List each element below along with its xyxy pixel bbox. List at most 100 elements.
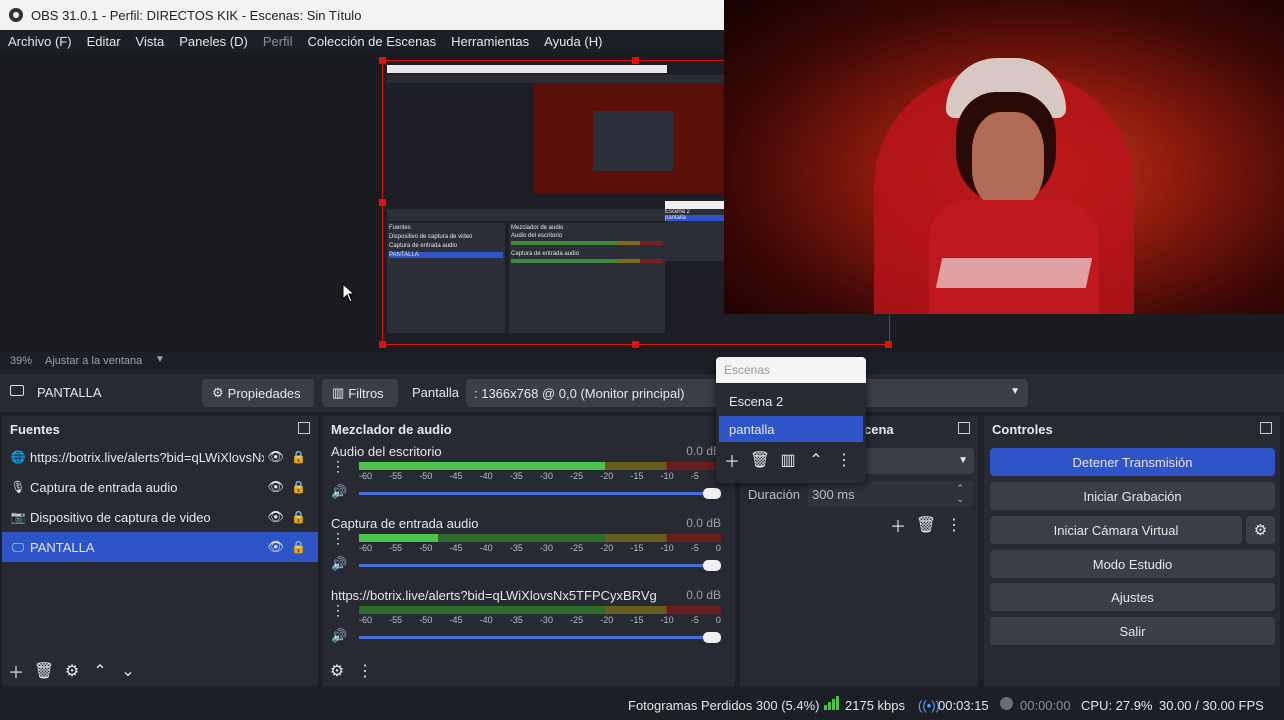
nested-label: PANTALLA — [389, 252, 503, 258]
meter-level — [359, 534, 438, 542]
slider-handle[interactable] — [703, 560, 721, 571]
move-up-icon[interactable]: ⌃ — [86, 658, 114, 684]
sources-header: Fuentes — [2, 416, 318, 442]
move-down-icon[interactable]: ⌄ — [114, 658, 142, 684]
tick-label: -40 — [479, 615, 493, 625]
gear-icon[interactable]: ⚙ — [323, 658, 351, 684]
exit-button[interactable]: Salir — [990, 617, 1275, 645]
resize-handle[interactable] — [632, 341, 639, 348]
fit-window-select[interactable]: Ajustar a la ventana — [45, 355, 142, 367]
start-virtual-camera-button[interactable]: Iniciar Cámara Virtual — [990, 516, 1242, 544]
tick-label: -30 — [539, 543, 553, 553]
resize-handle[interactable] — [379, 57, 386, 64]
duration-label: Duración — [748, 487, 801, 502]
slider-handle[interactable] — [703, 488, 721, 499]
tick-label: -10 — [660, 615, 674, 625]
more-options-icon[interactable]: ⋮ — [351, 658, 379, 684]
source-item[interactable]: 🎙 Captura de entrada audio 👁 🔒 — [2, 472, 318, 502]
speaker-icon[interactable]: 🔊 — [331, 556, 347, 572]
stop-stream-button[interactable]: Detener Transmisión — [990, 448, 1275, 476]
resize-handle[interactable] — [632, 57, 639, 64]
source-toolbar: PANTALLA ⚙ Propiedades ▥ Filtros Pantall… — [0, 374, 1284, 412]
undock-icon[interactable] — [1260, 422, 1272, 434]
resize-handle[interactable] — [379, 341, 386, 348]
settings-button[interactable]: Ajustes — [990, 583, 1275, 611]
resize-handle[interactable] — [885, 341, 892, 348]
trash-icon[interactable]: 🗑 — [746, 447, 774, 473]
source-item[interactable]: 🖵 PANTALLA 👁 🔒 — [2, 532, 318, 562]
move-up-icon[interactable]: ⌃ — [802, 447, 830, 473]
trash-icon[interactable]: 🗑 — [912, 512, 940, 538]
duration-spinbox[interactable]: 300 ms ⌃ ⌄ — [808, 481, 974, 507]
lock-icon[interactable]: 🔒 — [291, 480, 306, 494]
channel-name: Captura de entrada audio — [331, 516, 479, 531]
tick-label: -50 — [419, 471, 433, 481]
more-options-icon[interactable]: ⋮ — [830, 447, 858, 473]
menu-perfil[interactable]: Perfil — [263, 34, 293, 49]
add-scene-button[interactable]: ＋ — [718, 447, 746, 473]
globe-icon: 🌐 — [10, 450, 26, 464]
scene-item-pantalla[interactable]: pantalla — [719, 416, 863, 442]
mixer-channel: https://botrix.live/alerts?bid=qLWiXlovs… — [331, 588, 721, 643]
tick-label: -20 — [600, 543, 614, 553]
tick-label: -5 — [690, 471, 699, 481]
source-item[interactable]: 📷 Dispositivo de captura de video 👁 🔒 — [2, 502, 318, 532]
start-recording-button[interactable]: Iniciar Grabación — [990, 482, 1275, 510]
menu-editar[interactable]: Editar — [87, 34, 121, 49]
menu-archivo[interactable]: Archivo (F) — [8, 34, 72, 49]
more-options-icon[interactable]: ⋮ — [331, 458, 345, 475]
more-options-icon[interactable]: ⋮ — [331, 602, 345, 619]
lock-icon[interactable]: 🔒 — [291, 450, 306, 464]
bitrate: 2175 kbps — [845, 698, 905, 713]
resize-handle[interactable] — [379, 199, 386, 206]
menu-vista[interactable]: Vista — [136, 34, 165, 49]
eye-icon[interactable]: 👁 — [267, 449, 284, 465]
virtual-camera-settings-gear-icon[interactable]: ⚙ — [1246, 516, 1275, 544]
tick-label: 0 — [715, 615, 721, 625]
filters-button[interactable]: ▥ Filtros — [322, 379, 398, 407]
transition-select[interactable]: ▼ — [864, 448, 974, 474]
nested-mixer: Mezclador de audio Audio del escritorio … — [509, 223, 665, 333]
tick-label: -55 — [389, 471, 403, 481]
scene-item-escena-2[interactable]: Escena 2 — [719, 388, 863, 414]
menu-ayuda[interactable]: Ayuda (H) — [544, 34, 602, 49]
menu-herramientas[interactable]: Herramientas — [451, 34, 529, 49]
chevron-down-icon[interactable]: ▼ — [155, 354, 165, 365]
tick-label: -40 — [479, 543, 493, 553]
lock-icon[interactable]: 🔒 — [291, 510, 306, 524]
spin-arrows-icon[interactable]: ⌃ ⌄ — [956, 483, 964, 505]
display-value: : 1366x768 @ 0,0 (Monitor principal) — [474, 385, 685, 401]
eye-icon[interactable]: 👁 — [267, 479, 284, 495]
more-options-icon[interactable]: ⋮ — [331, 530, 345, 547]
slider-handle[interactable] — [703, 632, 721, 643]
undock-icon[interactable] — [298, 422, 310, 434]
undock-icon[interactable] — [958, 422, 970, 434]
add-source-button[interactable]: ＋ — [2, 658, 30, 684]
tick-label: -55 — [389, 615, 403, 625]
tick-label: -20 — [600, 471, 614, 481]
volume-slider[interactable] — [359, 488, 721, 499]
lock-icon[interactable]: 🔒 — [291, 540, 306, 554]
more-options-icon[interactable]: ⋮ — [940, 512, 968, 538]
filter-icon[interactable]: ▥ — [774, 447, 802, 473]
add-transition-button[interactable]: ＋ — [884, 512, 912, 538]
speaker-icon[interactable]: 🔊 — [331, 484, 347, 500]
eye-icon[interactable]: 👁 — [267, 539, 284, 555]
volume-slider[interactable] — [359, 632, 721, 643]
source-name: Dispositivo de captura de video — [30, 509, 211, 525]
volume-slider[interactable] — [359, 560, 721, 571]
trash-icon[interactable]: 🗑 — [30, 658, 58, 684]
tick-label: -40 — [479, 471, 493, 481]
eye-icon[interactable]: 👁 — [267, 509, 284, 525]
gear-icon[interactable]: ⚙ — [58, 658, 86, 684]
properties-button[interactable]: ⚙ Propiedades — [202, 379, 314, 407]
tick-label: 0 — [715, 543, 721, 553]
studio-mode-button[interactable]: Modo Estudio — [990, 550, 1275, 578]
record-time: 00:00:00 — [1020, 698, 1071, 713]
menu-paneles[interactable]: Paneles (D) — [179, 34, 248, 49]
menu-coleccion-escenas[interactable]: Colección de Escenas — [307, 34, 436, 49]
face — [972, 112, 1044, 208]
source-item[interactable]: 🌐 https://botrix.live/alerts?bid=qLWiXlo… — [2, 442, 318, 472]
speaker-icon[interactable]: 🔊 — [331, 628, 347, 644]
tick-label: -45 — [449, 615, 463, 625]
